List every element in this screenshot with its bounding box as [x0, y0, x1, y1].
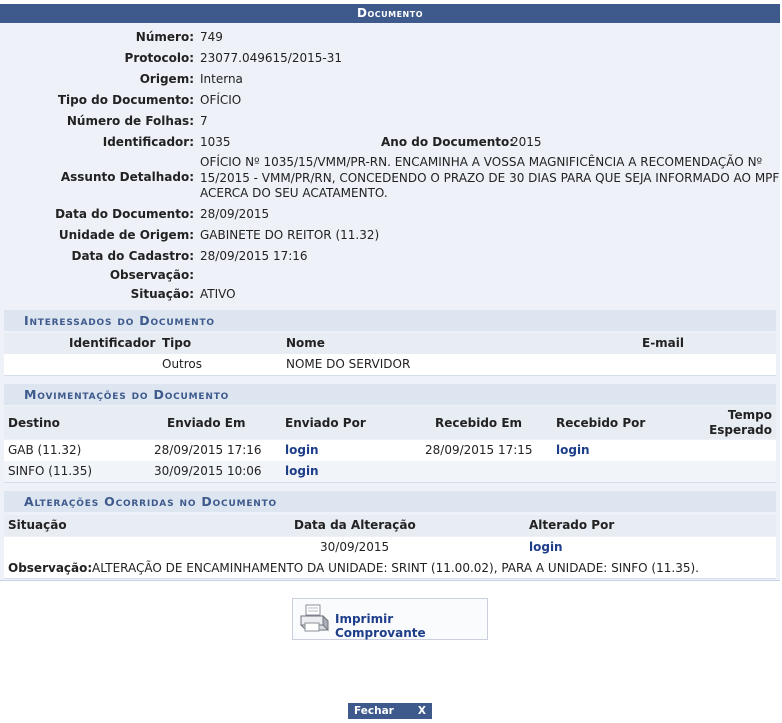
obs-label: Observação:	[8, 561, 93, 575]
section-interessados-title: Interessados do Documento	[4, 310, 776, 331]
field-data-documento: Data do Documento: 28/09/2015	[0, 204, 780, 224]
field-value: Interna	[200, 72, 243, 86]
print-receipt-button[interactable]: Imprimir Comprovante	[292, 598, 488, 640]
page-title: Documento	[0, 4, 780, 23]
col-data-alteracao: Data da Alteração	[294, 518, 416, 532]
alteracoes-header: Situação Data da Alteração Alterado Por	[4, 515, 776, 536]
col-email: E-mail	[642, 336, 685, 350]
enviado-por-link[interactable]: login	[285, 461, 319, 482]
field-value: ATIVO	[200, 287, 236, 301]
cell-destino: SINFO (11.35)	[8, 464, 93, 478]
field-label: Identificador:	[102, 135, 194, 149]
field-value: 23077.049615/2015-31	[200, 51, 342, 65]
col-alterado-por: Alterado Por	[529, 518, 615, 532]
field-label: Observação:	[109, 268, 194, 282]
col-recebido-por: Recebido Por	[556, 416, 646, 430]
cell-data-alteracao: 30/09/2015	[320, 540, 390, 554]
ano-label: Ano do Documento:	[381, 135, 515, 149]
field-label: Data do Documento:	[55, 207, 194, 221]
enviado-por-link[interactable]: login	[285, 440, 319, 461]
assunto-line: 15/2015 - VMM/PR/RN, CONCEDENDO O PRAZO …	[200, 170, 780, 185]
table-row: 30/09/2015 login	[4, 537, 776, 558]
field-value: 1035	[200, 135, 231, 149]
table-row: Outros NOME DO SERVIDOR	[4, 354, 776, 376]
cell-enviado-em: 28/09/2015 17:16	[154, 443, 262, 457]
assunto-line: ACERCA DO SEU ACATAMENTO.	[200, 186, 388, 200]
alterado-por-link[interactable]: login	[529, 537, 563, 558]
col-enviado-em: Enviado Em	[167, 416, 246, 430]
field-assunto: Assunto Detalhado: OFÍCIO Nº 1035/15/VMM…	[0, 154, 780, 202]
field-value: 7	[200, 114, 208, 128]
section-movimentacoes-title: Movimentações do Documento	[4, 384, 776, 405]
obs-value: ALTERAÇÃO DE ENCAMINHAMENTO DA UNIDADE: …	[92, 561, 699, 575]
interessados-header: Identificador Tipo Nome E-mail	[4, 333, 776, 354]
table-row: GAB (11.32) 28/09/2015 17:16 login 28/09…	[4, 440, 776, 461]
field-folhas: Número de Folhas: 7	[0, 111, 780, 131]
col-esperado: Esperado	[709, 423, 772, 437]
cell-tipo: Outros	[162, 357, 203, 371]
field-situacao: Situação: ATIVO	[0, 284, 780, 304]
field-label: Situação:	[130, 287, 194, 301]
print-button-label: Imprimir Comprovante	[335, 612, 426, 640]
col-situacao: Situação	[8, 518, 67, 532]
field-label: Unidade de Origem:	[58, 228, 194, 242]
alteracao-observacao: Observação: ALTERAÇÃO DE ENCAMINHAMENTO …	[4, 558, 776, 579]
field-tipo: Tipo do Documento: OFÍCIO	[0, 90, 780, 110]
section-alteracoes-title: Alterações Ocorridas no Documento	[4, 491, 776, 512]
field-label: Assunto Detalhado:	[60, 170, 194, 184]
field-unidade-origem: Unidade de Origem: GABINETE DO REITOR (1…	[0, 225, 780, 245]
field-label: Origem:	[139, 72, 194, 86]
col-identificador: Identificador	[69, 336, 156, 350]
col-destino: Destino	[8, 416, 60, 430]
close-button[interactable]: Fechar X	[348, 703, 432, 719]
field-value: GABINETE DO REITOR (11.32)	[200, 228, 380, 242]
col-enviado-por: Enviado Por	[285, 416, 366, 430]
cell-recebido-em: 28/09/2015 17:15	[425, 443, 533, 457]
assunto-line: OFÍCIO Nº 1035/15/VMM/PR-RN. ENCAMINHA A…	[200, 155, 763, 169]
field-value: 749	[200, 30, 223, 44]
ano-value: 2015	[511, 135, 542, 149]
cell-enviado-em: 30/09/2015 10:06	[154, 464, 262, 478]
field-label: Número de Folhas:	[66, 114, 194, 128]
field-protocolo: Protocolo: 23077.049615/2015-31	[0, 48, 780, 68]
field-value: OFÍCIO	[200, 93, 242, 107]
col-tipo: Tipo	[162, 336, 192, 350]
field-label: Tipo do Documento:	[57, 93, 194, 107]
field-observacao: Observação:	[0, 265, 780, 285]
close-button-label: Fechar	[354, 705, 394, 717]
field-label: Número:	[135, 30, 194, 44]
field-label: Protocolo:	[124, 51, 194, 65]
recebido-por-link[interactable]: login	[556, 440, 590, 461]
col-recebido-em: Recebido Em	[435, 416, 523, 430]
cell-nome: NOME DO SERVIDOR	[286, 357, 411, 371]
field-origem: Origem: Interna	[0, 69, 780, 89]
printer-icon	[300, 604, 329, 632]
movimentacoes-header: Destino Enviado Em Enviado Por Recebido …	[4, 406, 776, 439]
field-data-cadastro: Data do Cadastro: 28/09/2015 17:16	[0, 246, 780, 266]
field-label: Data do Cadastro:	[71, 249, 194, 263]
cell-destino: GAB (11.32)	[8, 443, 82, 457]
field-identificador: Identificador: 1035 Ano do Documento: 20…	[0, 132, 780, 152]
field-value: 28/09/2015	[200, 207, 270, 221]
close-icon: X	[417, 705, 426, 717]
field-value: 28/09/2015 17:16	[200, 249, 308, 263]
table-row: SINFO (11.35) 30/09/2015 10:06 login	[4, 461, 776, 483]
col-nome: Nome	[286, 336, 325, 350]
col-tempo: Tempo	[727, 408, 772, 422]
field-numero: Número: 749	[0, 27, 780, 47]
